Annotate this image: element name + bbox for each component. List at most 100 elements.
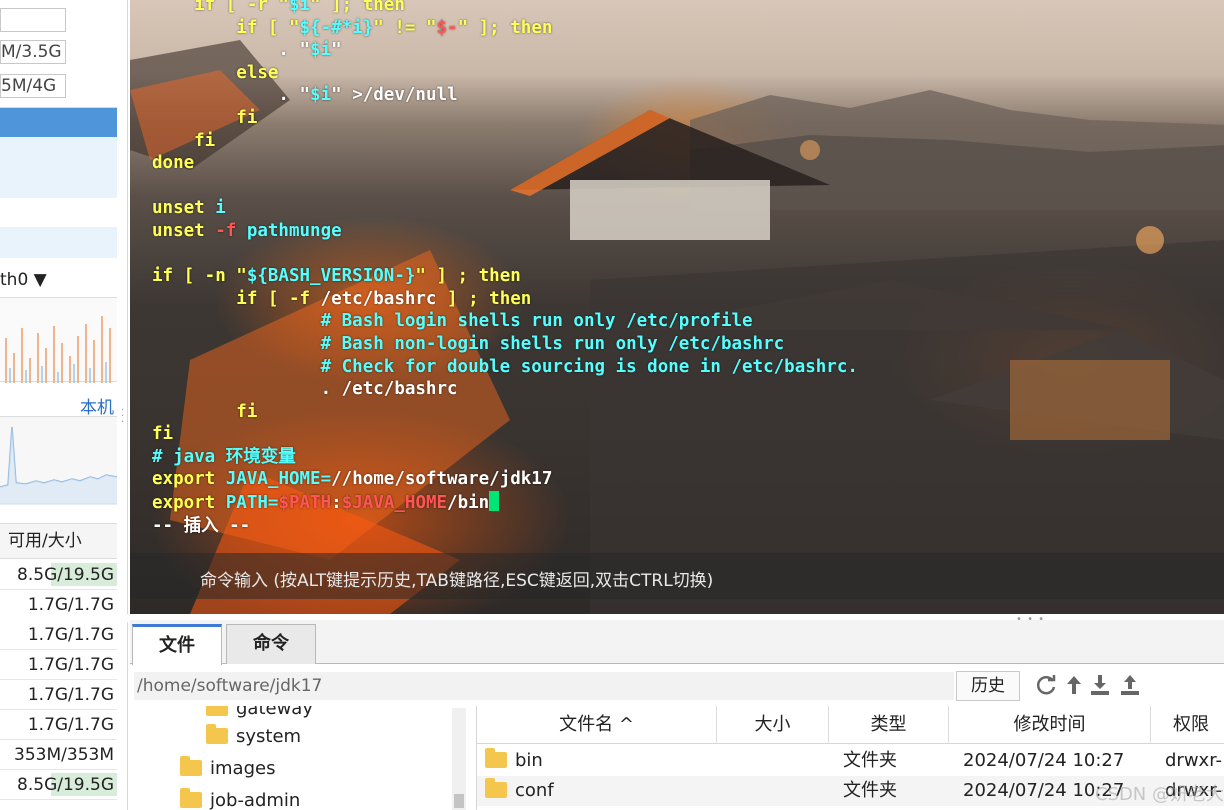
terminal-token: i <box>215 198 226 219</box>
file-name-cell: conf <box>485 776 554 806</box>
terminal-cursor <box>489 491 500 512</box>
latency-chart <box>0 416 118 505</box>
download-icon[interactable] <box>1088 673 1112 697</box>
column-size[interactable]: 大小 <box>717 706 829 744</box>
disk-row[interactable]: 353M/353M <box>0 740 117 770</box>
terminal-line: # Check for double sourcing is done in /… <box>152 356 858 379</box>
terminal-token: if [ " <box>152 17 300 38</box>
terminal-token: $- <box>436 17 458 38</box>
column-modified[interactable]: 修改时间 <box>949 706 1151 744</box>
terminal-token: fi <box>152 401 258 422</box>
up-arrow-icon[interactable] <box>1062 673 1086 697</box>
disk-table-header: 可用/大小 <box>0 523 117 559</box>
file-type: 文件夹 <box>843 780 897 801</box>
file-type: 文件夹 <box>843 750 897 771</box>
tree-item-label: gateway <box>236 706 313 719</box>
terminal-token: fi <box>152 130 216 151</box>
tree-item-system[interactable]: system <box>206 722 301 752</box>
path-bar: /home/software/jdk17 历史 <box>130 670 1224 702</box>
disk-usage-text: 1.7G/1.7G <box>27 655 114 675</box>
terminal-token: /etc/bashrc <box>320 288 437 309</box>
process-list[interactable] <box>0 107 117 258</box>
latency-host-label[interactable]: 本机 <box>80 393 114 418</box>
terminal-token: -- 插入 -- <box>152 515 251 536</box>
process-row[interactable] <box>0 198 117 228</box>
sidebar-top-box <box>0 8 66 32</box>
memory-usage: M/3.5G <box>0 40 66 64</box>
column-type[interactable]: 类型 <box>829 706 949 744</box>
latency-line <box>0 426 118 505</box>
folder-icon <box>180 788 202 808</box>
directory-tree[interactable]: gateway system images job-admin <box>130 706 470 810</box>
tab-commands[interactable]: 命令 <box>226 624 316 664</box>
terminal-line: export PATH=$PATH:$JAVA_HOME/bin <box>152 491 858 515</box>
disk-usage-text: 8.5G/19.5G <box>17 565 114 585</box>
terminal-line: # java 环境变量 <box>152 446 858 469</box>
column-name[interactable]: 文件名 ^ <box>477 706 717 744</box>
terminal-line: if [ -f /etc/bashrc ] ; then <box>152 288 858 311</box>
tree-item-job-admin[interactable]: job-admin <box>180 786 300 810</box>
terminal-line: fi <box>152 107 858 130</box>
disk-row[interactable]: 1.7G/1.7G <box>0 620 117 650</box>
history-button[interactable]: 历史 <box>956 671 1020 701</box>
network-traffic-chart <box>0 297 117 383</box>
disk-row[interactable]: 8.5G/19.5G <box>0 770 117 800</box>
process-row[interactable] <box>0 228 117 258</box>
terminal-token: $i <box>310 85 332 106</box>
refresh-icon[interactable] <box>1034 673 1058 697</box>
terminal-line: # Bash non-login shells run only /etc/ba… <box>152 333 858 356</box>
process-row[interactable] <box>0 108 117 138</box>
tree-scrollbar[interactable] <box>452 708 466 810</box>
terminal-token: : <box>331 493 342 514</box>
disk-row[interactable]: 1.7G/1.7G <box>0 680 117 710</box>
disk-row[interactable]: 1.7G/1.7G <box>0 710 117 740</box>
terminal-token: " <box>331 40 342 61</box>
terminal-token: $i <box>288 0 311 15</box>
terminal-line: . "$i" <box>152 39 858 62</box>
swap-usage: 5M/4G <box>0 74 66 98</box>
terminal-token: /bin <box>447 493 490 514</box>
disk-usage-text: 1.7G/1.7G <box>27 595 114 615</box>
terminal-token: " ]; then <box>310 0 405 15</box>
command-input-bar[interactable]: 命令输入 (按ALT键提示历史,TAB键路径,ESC键返回,双击CTRL切换) <box>130 553 1224 599</box>
disk-row[interactable]: 1.7G/1.7G <box>0 650 117 680</box>
terminal-pane[interactable]: if [ -r "$i" ]; then if [ "${-#*i}" != "… <box>130 0 1224 614</box>
upload-icon[interactable] <box>1118 673 1142 697</box>
panel-tabs: 文件 命令 <box>130 620 1224 665</box>
sidebar-splitter-handle[interactable]: · · · <box>121 406 125 428</box>
disk-list: 8.5G/19.5G 1.7G/1.7G 1.7G/1.7G 1.7G/1.7G 1.7… <box>0 560 117 800</box>
terminal-token: fi <box>152 107 258 128</box>
terminal-token: else <box>152 62 279 83</box>
terminal-token: # Bash non-login shells run only /etc/ba… <box>152 333 785 354</box>
terminal-line: if [ -r "$i" ]; then <box>152 0 858 17</box>
process-row[interactable] <box>0 168 117 198</box>
tab-files[interactable]: 文件 <box>132 624 222 665</box>
column-permissions[interactable]: 权限 <box>1151 706 1224 744</box>
process-row[interactable] <box>0 138 117 168</box>
terminal-token: . " <box>152 40 311 61</box>
terminal-line: done <box>152 152 858 175</box>
sidebar: M/3.5G 5M/4G th0 ▼ 本机 可用/大小 8.5G/19.5G 1… <box>0 0 128 810</box>
tree-item-images[interactable]: images <box>180 754 275 784</box>
terminal-token: //home/software/jdk17 <box>331 469 553 490</box>
network-traffic-bars <box>5 316 111 383</box>
network-interface-select[interactable]: th0 ▼ <box>0 270 47 290</box>
tree-item-label: system <box>236 726 302 747</box>
folder-icon <box>206 706 228 716</box>
tree-item-label: job-admin <box>210 790 301 810</box>
terminal-line: -- 插入 -- <box>152 515 858 538</box>
path-input[interactable]: /home/software/jdk17 <box>134 672 954 700</box>
command-input-hint[interactable]: 命令输入 (按ALT键提示历史,TAB键路径,ESC键返回,双击CTRL切换) <box>200 566 713 591</box>
disk-row[interactable]: 8.5G/19.5G <box>0 560 117 590</box>
tree-scrollbar-thumb[interactable] <box>454 794 464 808</box>
file-row[interactable]: bin 文件夹 2024/07/24 10:27 drwxr- <box>477 746 1224 776</box>
disk-usage-text: 1.7G/1.7G <box>27 625 114 645</box>
terminal-token: if [ -r " <box>152 0 289 15</box>
terminal-token: " >/dev/null <box>331 85 458 106</box>
terminal-line: unset i <box>152 197 858 220</box>
terminal-line: fi <box>152 401 858 424</box>
terminal-token: . /etc/bashrc <box>152 379 458 400</box>
terminal-output[interactable]: if [ -r "$i" ]; then if [ "${-#*i}" != "… <box>152 0 858 537</box>
